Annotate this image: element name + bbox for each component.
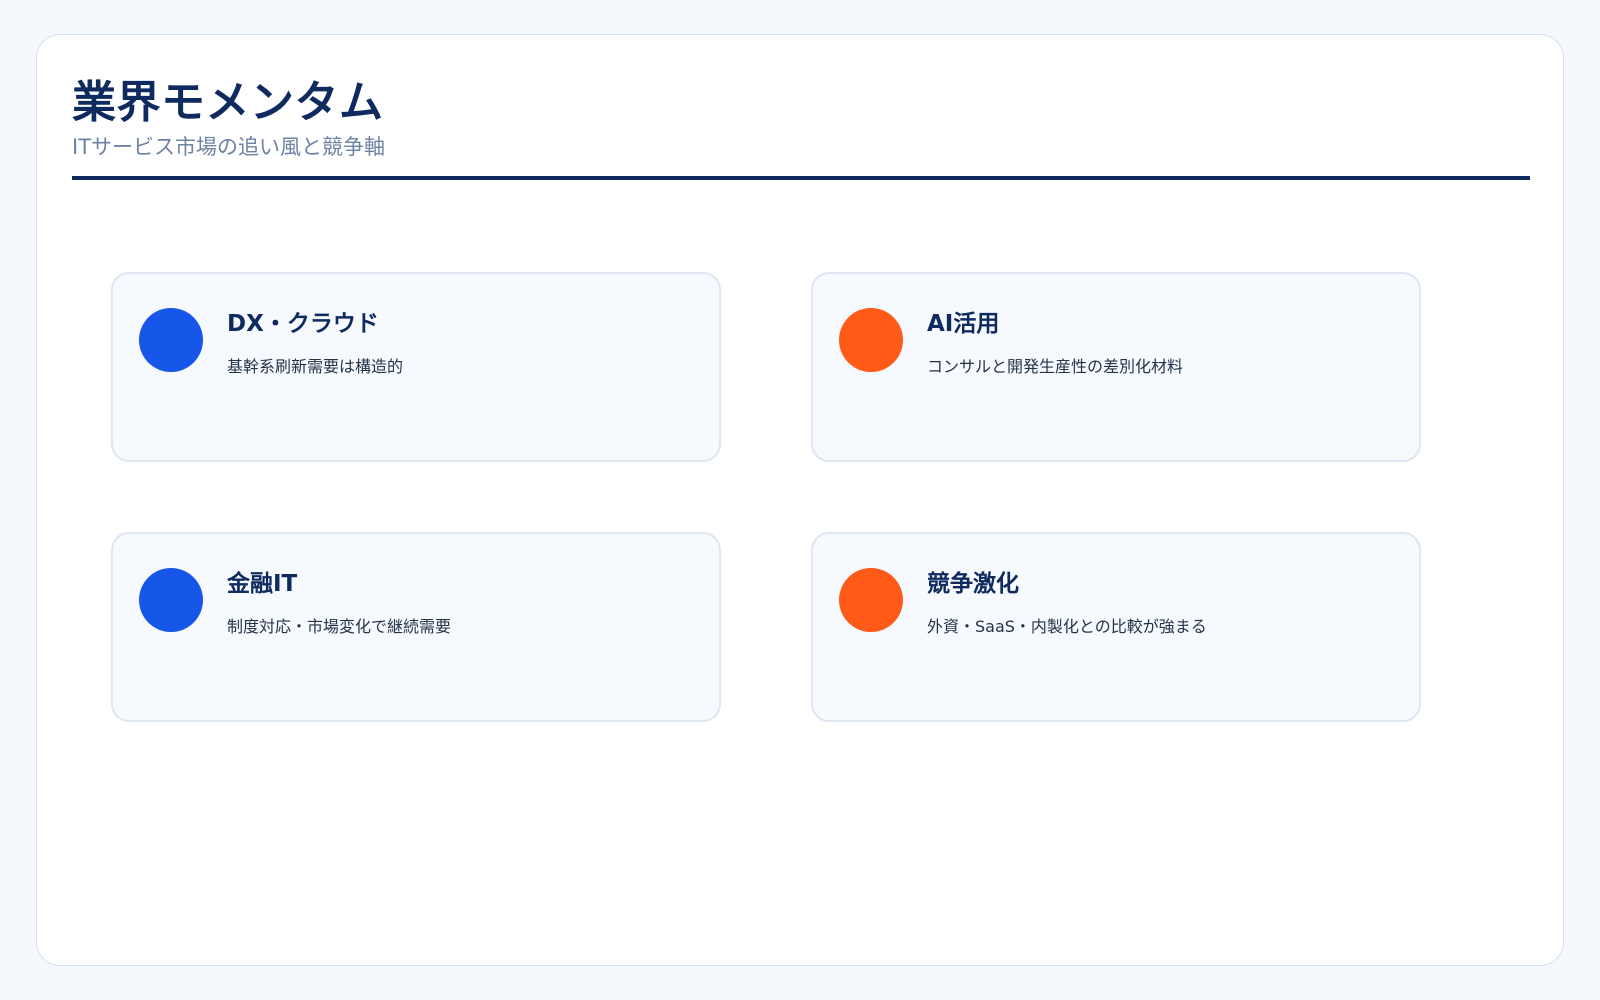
card-competition: 競争激化 外資・SaaS・内製化との比較が強まる [811, 532, 1421, 722]
page-title: 業界モメンタム [72, 77, 384, 128]
card-title: 金融IT [227, 571, 298, 597]
blue-circle-icon [139, 568, 203, 632]
card-title: 競争激化 [927, 571, 1019, 597]
card-title: DX・クラウド [227, 311, 379, 337]
orange-circle-icon [839, 308, 903, 372]
momentum-card-grid: DX・クラウド 基幹系刷新需要は構造的 AI活用 コンサルと開発生産性の差別化材… [111, 272, 1457, 722]
slide-panel: 業界モメンタム ITサービス市場の追い風と競争軸 DX・クラウド 基幹系刷新需要… [36, 34, 1564, 966]
blue-circle-icon [139, 308, 203, 372]
card-description: 基幹系刷新需要は構造的 [227, 357, 404, 376]
card-description: コンサルと開発生産性の差別化材料 [927, 357, 1184, 376]
title-divider [72, 176, 1530, 180]
card-description: 制度対応・市場変化で継続需要 [227, 617, 452, 636]
card-financial-it: 金融IT 制度対応・市場変化で継続需要 [111, 532, 721, 722]
card-description: 外資・SaaS・内製化との比較が強まる [927, 617, 1207, 636]
slide-header: 業界モメンタム ITサービス市場の追い風と競争軸 [72, 75, 1530, 161]
card-title: AI活用 [927, 311, 1000, 337]
orange-circle-icon [839, 568, 903, 632]
page-subtitle: ITサービス市場の追い風と競争軸 [72, 135, 386, 159]
card-ai-usage: AI活用 コンサルと開発生産性の差別化材料 [811, 272, 1421, 462]
card-dx-cloud: DX・クラウド 基幹系刷新需要は構造的 [111, 272, 721, 462]
